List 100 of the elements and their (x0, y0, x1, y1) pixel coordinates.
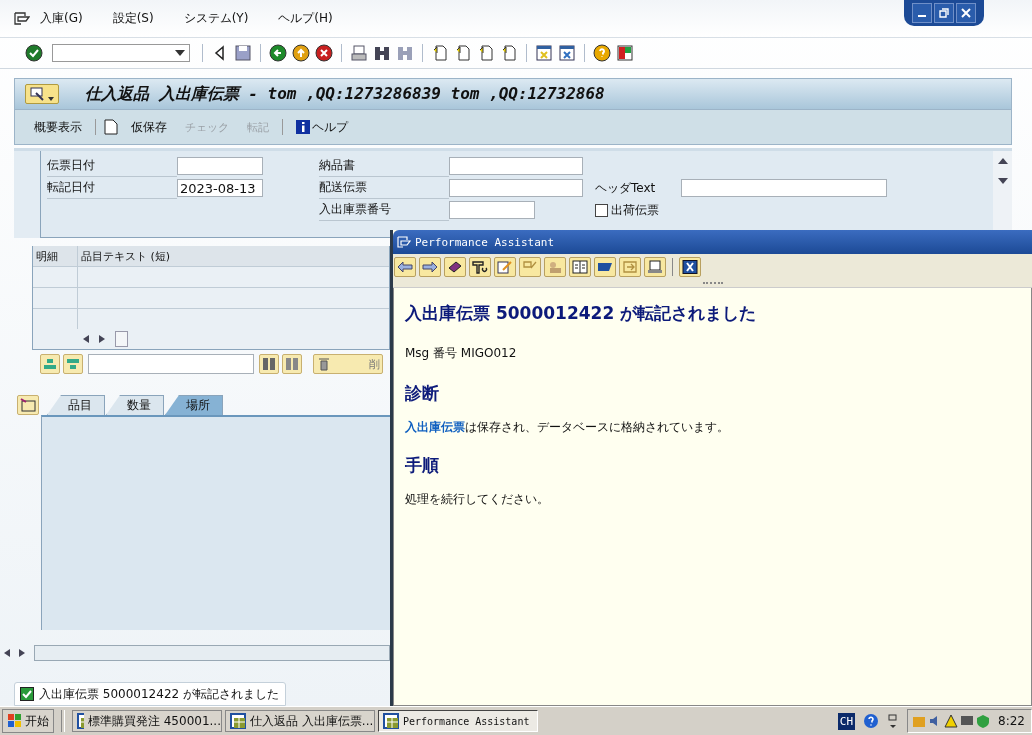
taskbar-button[interactable]: 標準購買発注 450001... (72, 710, 222, 732)
field-label: ヘッダText (595, 179, 657, 197)
caret-icon (48, 97, 54, 101)
last-page-icon[interactable] (500, 44, 518, 62)
pencil-icon (497, 260, 513, 274)
exit-icon[interactable] (292, 44, 310, 62)
app-window-icon (383, 713, 399, 729)
menu-item[interactable]: 入庫(G) (40, 10, 83, 27)
help-button[interactable]: ヘルプ (291, 118, 353, 136)
close-icon (961, 8, 971, 18)
minimize-button[interactable] (912, 3, 932, 23)
input-field[interactable]: 2023-08-13 (177, 179, 263, 197)
network-icon[interactable] (887, 713, 900, 729)
table-icon (572, 260, 588, 274)
scroll-left-icon[interactable] (4, 649, 10, 657)
taskbar-button[interactable]: 仕入返品 入出庫伝票... (225, 710, 375, 732)
window-icon (397, 236, 411, 248)
stack-icon (43, 357, 57, 371)
command-field[interactable] (52, 44, 190, 62)
panel-icon (20, 398, 36, 412)
tab[interactable]: 品目 (47, 395, 105, 415)
next-page-icon[interactable] (477, 44, 495, 62)
layout-button[interactable] (17, 395, 39, 415)
monitor-icon[interactable] (960, 714, 975, 728)
find-button[interactable] (259, 354, 279, 374)
message-heading: 入出庫伝票 5000012422 が転記されました (405, 302, 758, 325)
section-heading: 診断 (405, 382, 440, 405)
arrow-left-icon (397, 260, 413, 274)
menu-button[interactable] (25, 84, 59, 104)
help-icon[interactable] (593, 44, 611, 62)
checkbox-label: 出荷伝票 (611, 201, 659, 219)
print-icon (647, 260, 663, 274)
scroll-down-icon[interactable] (997, 177, 1008, 185)
input-field[interactable] (449, 157, 583, 175)
menu-item[interactable]: システム(Y) (183, 10, 249, 27)
toolbar-button[interactable] (594, 257, 616, 277)
help-icon[interactable] (863, 713, 880, 729)
restore-icon (939, 8, 949, 18)
window-title: Performance Assistant (415, 235, 555, 249)
success-check-icon (20, 687, 34, 701)
scroll-thumb[interactable] (115, 331, 128, 347)
toolbar-button[interactable] (419, 257, 441, 277)
restore-button[interactable] (934, 3, 954, 23)
input-field[interactable] (681, 179, 887, 197)
column-header[interactable]: 明細 (33, 246, 78, 266)
previous-page-icon[interactable] (454, 44, 472, 62)
save-icon[interactable] (234, 44, 252, 62)
taskbar-button[interactable]: Performance Assistant (378, 710, 538, 732)
book-icon (447, 260, 463, 274)
menu-item[interactable]: 設定(S) (112, 10, 154, 27)
column-header[interactable]: 品目テキスト (短) (78, 246, 389, 266)
find-next-button[interactable] (282, 354, 302, 374)
delete-button[interactable]: 削 (313, 354, 383, 374)
toolbar-button[interactable] (469, 257, 491, 277)
first-page-icon[interactable] (431, 44, 449, 62)
language-indicator[interactable]: CH (837, 712, 856, 730)
toolbar-button[interactable] (394, 257, 416, 277)
document-link[interactable]: 入出庫伝票 (405, 420, 465, 434)
clock: 8:22 (998, 714, 1025, 728)
back-icon[interactable] (269, 44, 287, 62)
minimize-icon (918, 15, 926, 17)
input-field[interactable] (177, 157, 263, 175)
screen-title: 仕入返品 入出庫伝票 - tom ,QQ:1273286839 tom ,QQ:12732868 (85, 83, 605, 105)
start-button[interactable]: 开始 (2, 709, 54, 733)
scroll-left-icon[interactable] (83, 335, 89, 343)
status-message: 入出庫伝票 5000012422 が転記されました (39, 685, 279, 703)
toolbar-button[interactable]: 概要表示 (29, 118, 87, 136)
scroll-right-icon[interactable] (19, 649, 25, 657)
scroll-up-icon[interactable] (997, 157, 1008, 165)
new-document-icon[interactable] (104, 119, 118, 135)
menu-item[interactable]: ヘルプ(H) (278, 10, 333, 27)
toolbar-button[interactable] (444, 257, 466, 277)
tab[interactable]: 数量 (106, 395, 164, 415)
close-icon (682, 260, 698, 274)
flag-icon (597, 260, 613, 274)
resize-grip[interactable] (702, 281, 723, 286)
menu-icon[interactable] (14, 11, 30, 26)
check-icon[interactable] (25, 44, 43, 62)
person-icon (547, 260, 563, 274)
dropdown-caret-icon (175, 50, 185, 56)
layout-icon[interactable] (616, 44, 634, 62)
new-window-icon[interactable] (535, 44, 553, 62)
windows-logo-icon (7, 713, 23, 729)
input-field[interactable] (449, 179, 583, 197)
search-field[interactable] (88, 354, 254, 374)
cancel-icon[interactable] (315, 44, 333, 62)
tab[interactable]: 場所 (165, 395, 223, 415)
print-icon[interactable] (350, 44, 368, 62)
warning-icon[interactable] (944, 714, 959, 728)
input-field[interactable] (449, 201, 535, 219)
shortcut-icon[interactable] (558, 44, 576, 62)
message-number: Msg 番号 MIGO012 (405, 345, 518, 362)
scroll-right-icon[interactable] (99, 335, 105, 343)
toolbar-button[interactable]: 仮保存 (126, 118, 172, 136)
close-button[interactable] (679, 257, 701, 277)
trash-icon (318, 357, 330, 371)
checkbox[interactable] (595, 203, 608, 217)
close-button[interactable] (956, 3, 976, 23)
section-text: 処理を続行してください。 (405, 491, 550, 508)
scroll-track[interactable] (34, 645, 390, 661)
